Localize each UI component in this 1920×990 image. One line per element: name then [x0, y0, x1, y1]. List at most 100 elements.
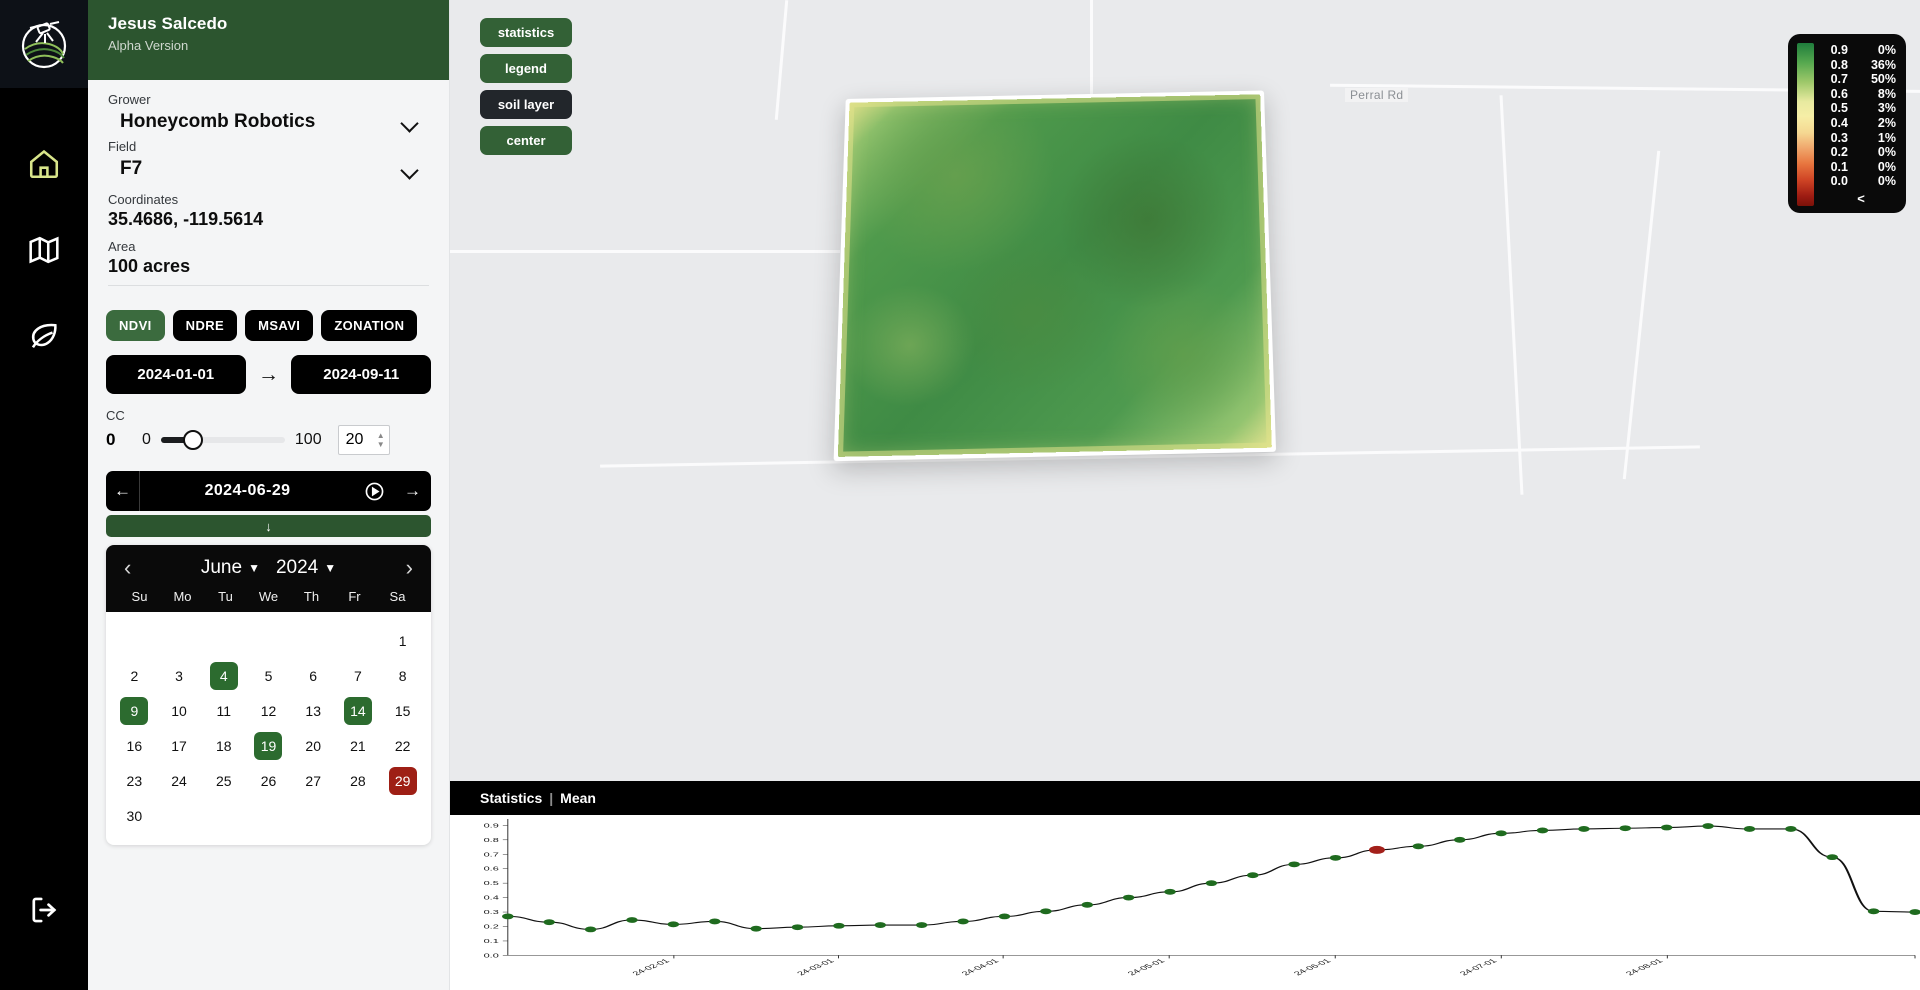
- chart-point[interactable]: [1743, 825, 1756, 832]
- chart-point[interactable]: [1909, 908, 1920, 915]
- chart-point[interactable]: [1081, 901, 1094, 908]
- chart-point[interactable]: [1867, 907, 1880, 914]
- sidebar-item-map[interactable]: [0, 228, 88, 272]
- map-button-legend[interactable]: legend: [480, 54, 572, 83]
- calendar-day-12[interactable]: 12: [246, 696, 291, 726]
- play-button[interactable]: [355, 471, 393, 511]
- chart-point[interactable]: [708, 918, 721, 924]
- calendar-day-11[interactable]: 11: [201, 696, 246, 726]
- next-date-button[interactable]: →: [393, 471, 431, 511]
- calendar-prev-month[interactable]: ‹: [118, 555, 137, 581]
- calendar-day-19[interactable]: 19: [246, 731, 291, 761]
- calendar-month-select[interactable]: June ▼: [201, 557, 260, 579]
- calendar-day-18[interactable]: 18: [201, 731, 246, 761]
- map-button-center[interactable]: center: [480, 126, 572, 155]
- calendar-day-21[interactable]: 21: [336, 731, 381, 761]
- field-select[interactable]: F7: [108, 156, 429, 186]
- app-logo[interactable]: [0, 0, 88, 88]
- cc-number-input[interactable]: 20 ▲ ▼: [337, 425, 390, 455]
- calendar-day-3[interactable]: 3: [157, 661, 202, 691]
- chart-point[interactable]: [1412, 842, 1425, 849]
- cc-slider[interactable]: [160, 429, 285, 451]
- chart-point[interactable]: [750, 925, 762, 932]
- chart-point[interactable]: [1040, 907, 1052, 914]
- index-button-msavi[interactable]: MSAVI: [245, 310, 314, 341]
- calendar-day-26[interactable]: 26: [246, 766, 291, 796]
- sidebar-item-home[interactable]: [0, 142, 88, 186]
- calendar-day-25[interactable]: 25: [201, 766, 246, 796]
- chart-point[interactable]: [1164, 888, 1176, 895]
- calendar-next-month[interactable]: ›: [400, 555, 419, 581]
- chart-point[interactable]: [1826, 853, 1839, 860]
- calendar-day-9[interactable]: 9: [112, 696, 157, 726]
- cc-stepper[interactable]: ▲ ▼: [377, 432, 385, 449]
- chart-point[interactable]: [1660, 824, 1673, 830]
- chart-point[interactable]: [791, 923, 804, 930]
- chart-point[interactable]: [1495, 829, 1507, 836]
- chart-point[interactable]: [833, 922, 845, 929]
- calendar-year-select[interactable]: 2024 ▼: [276, 557, 336, 579]
- calendar-day-1[interactable]: 1: [380, 626, 425, 656]
- sidebar-item-crops[interactable]: [0, 314, 88, 358]
- chevron-up-icon[interactable]: ▲: [377, 432, 385, 440]
- calendar-day-22[interactable]: 22: [380, 731, 425, 761]
- chart-point[interactable]: [1453, 836, 1466, 843]
- calendar-day-4[interactable]: 4: [201, 661, 246, 691]
- calendar-day-28[interactable]: 28: [336, 766, 381, 796]
- field-overlay[interactable]: [833, 88, 1277, 462]
- chart-point[interactable]: [915, 921, 928, 928]
- calendar-day-2[interactable]: 2: [112, 661, 157, 691]
- chart-point[interactable]: [543, 918, 555, 925]
- calendar-day-6[interactable]: 6: [291, 661, 336, 691]
- calendar-day-15[interactable]: 15: [380, 696, 425, 726]
- chart-point[interactable]: [626, 916, 638, 923]
- calendar-day-5[interactable]: 5: [246, 661, 291, 691]
- calendar-day-30[interactable]: 30: [112, 801, 157, 831]
- chart-point[interactable]: [998, 912, 1011, 919]
- current-date-value[interactable]: 2024-06-29: [140, 471, 355, 511]
- grower-select[interactable]: Honeycomb Robotics: [108, 109, 429, 139]
- date-to-button[interactable]: 2024-09-11: [291, 355, 432, 394]
- chart-point[interactable]: [957, 918, 969, 924]
- date-from-button[interactable]: 2024-01-01: [106, 355, 246, 394]
- index-button-ndvi[interactable]: NDVI: [106, 310, 165, 341]
- chart-point[interactable]: [1578, 825, 1590, 832]
- statistics-chart[interactable]: 0.0 0.1 0.2 0.3 0.4 0.5 0.6 0.7 0.8 0.9 24-02-01 24…: [450, 814, 1920, 990]
- prev-date-button[interactable]: ←: [106, 471, 140, 511]
- chart-point[interactable]: [1536, 827, 1549, 833]
- chart-point[interactable]: [1785, 825, 1797, 832]
- calendar-day-10[interactable]: 10: [157, 696, 202, 726]
- statistics-metric[interactable]: Mean: [560, 790, 596, 806]
- calendar-day-23[interactable]: 23: [112, 766, 157, 796]
- chart-point[interactable]: [1205, 879, 1218, 886]
- chart-point[interactable]: [1619, 824, 1632, 831]
- calendar-day-24[interactable]: 24: [157, 766, 202, 796]
- chart-point[interactable]: [1122, 894, 1135, 901]
- expand-calendar-button[interactable]: ↓: [106, 515, 431, 537]
- calendar-day-8[interactable]: 8: [380, 661, 425, 691]
- ndvi-legend[interactable]: 0.9 0% 0.8 36% 0.7 50% 0.6 8% 0.5 3% 0.4 2% 0.3 1% 0.2…: [1788, 34, 1906, 213]
- map-button-soil-layer[interactable]: soil layer: [480, 90, 572, 119]
- calendar-day-14[interactable]: 14: [336, 696, 381, 726]
- calendar-day-16[interactable]: 16: [112, 731, 157, 761]
- calendar-day-17[interactable]: 17: [157, 731, 202, 761]
- legend-collapse-icon[interactable]: <: [1822, 191, 1896, 206]
- chart-point[interactable]: [1288, 860, 1300, 867]
- map-button-statistics[interactable]: statistics: [480, 18, 572, 47]
- index-button-ndre[interactable]: NDRE: [172, 310, 238, 341]
- chart-point[interactable]: [584, 925, 597, 932]
- calendar-day-27[interactable]: 27: [291, 766, 336, 796]
- chart-point-selected[interactable]: [1368, 845, 1385, 854]
- cc-slider-knob[interactable]: [182, 430, 203, 450]
- map-view[interactable]: Perral Rd statistics legend soil layer c…: [450, 0, 1920, 781]
- chart-point[interactable]: [1702, 822, 1714, 829]
- logout-button[interactable]: [0, 888, 88, 932]
- chart-point[interactable]: [874, 921, 887, 928]
- index-button-zonation[interactable]: ZONATION: [321, 310, 418, 341]
- calendar-day-7[interactable]: 7: [336, 661, 381, 691]
- calendar-day-13[interactable]: 13: [291, 696, 336, 726]
- chart-point[interactable]: [667, 920, 680, 927]
- chart-point[interactable]: [1329, 854, 1342, 861]
- calendar-day-20[interactable]: 20: [291, 731, 336, 761]
- chart-point[interactable]: [1247, 871, 1259, 878]
